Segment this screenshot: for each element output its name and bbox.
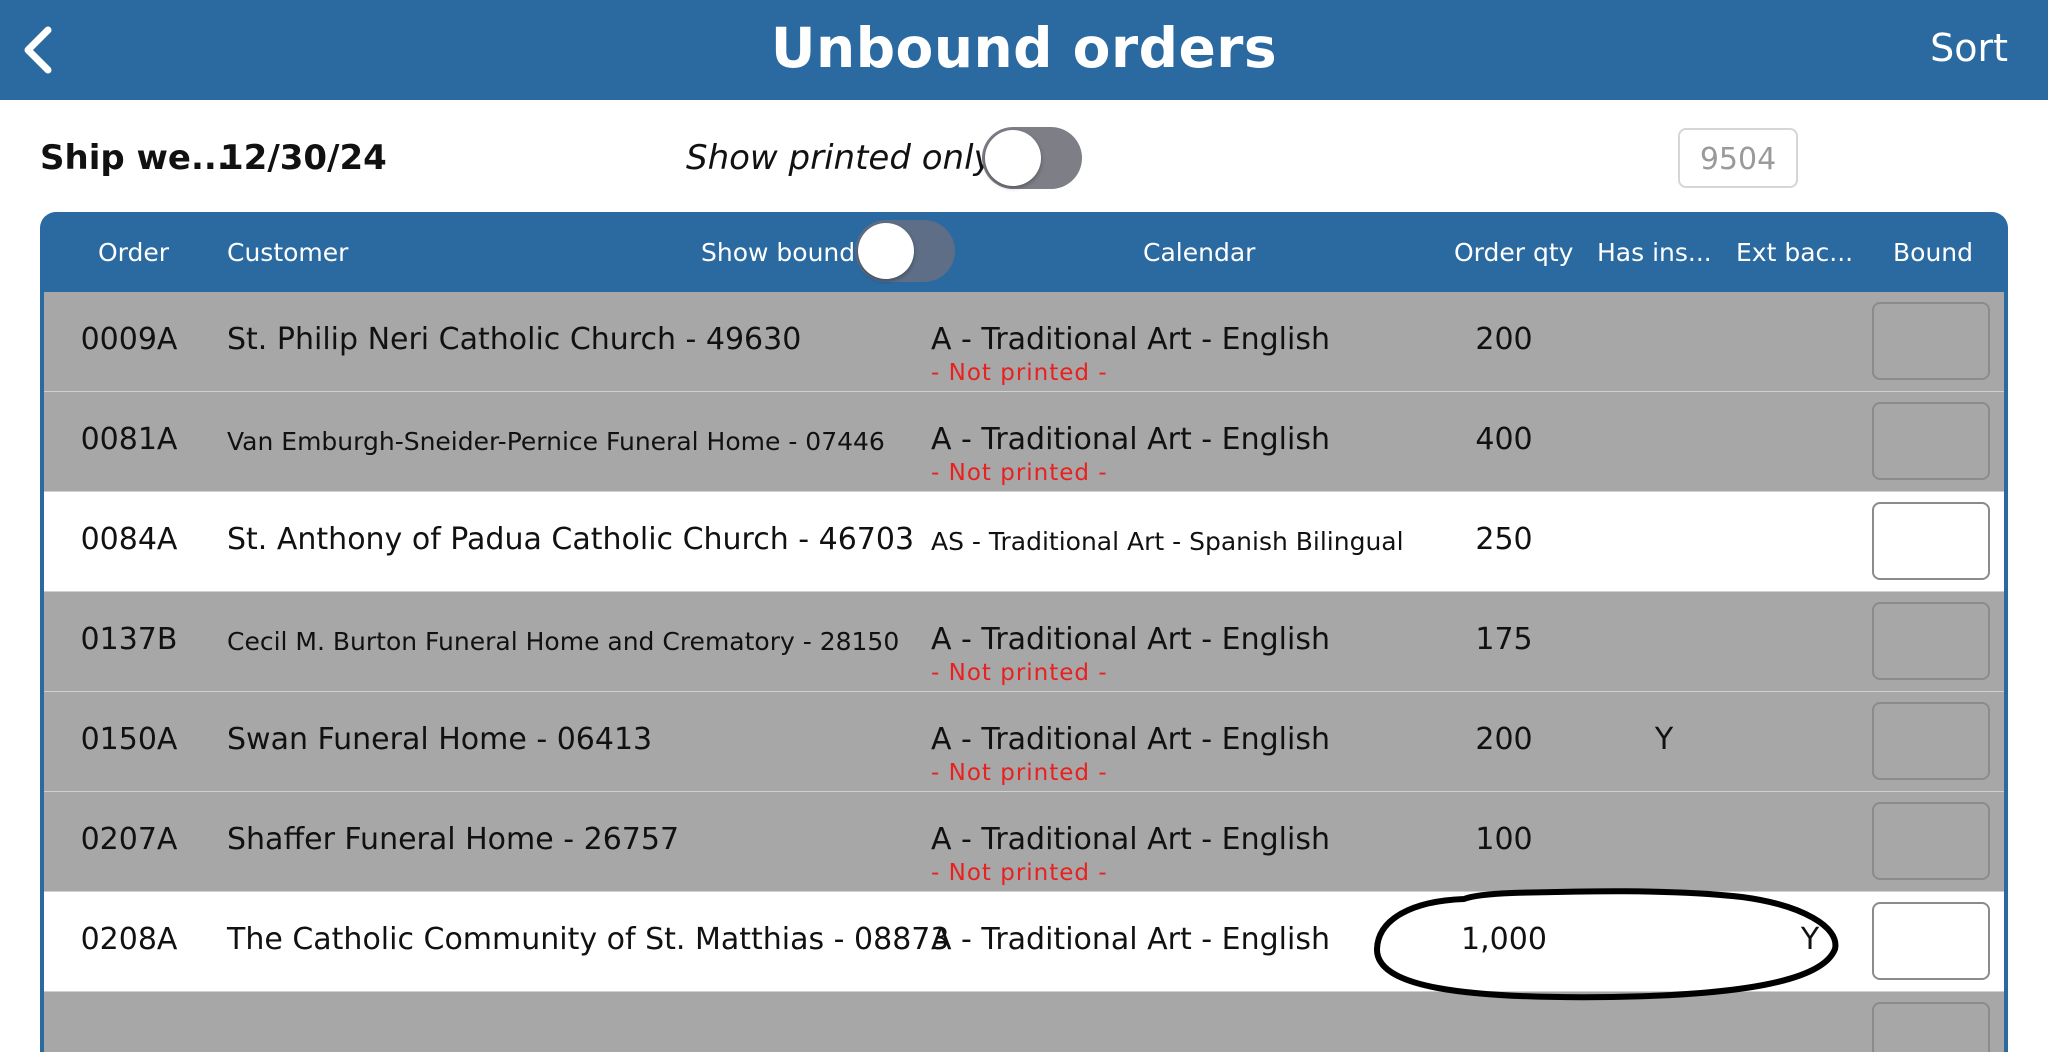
customer-name: St. Philip Neri Catholic Church - 49630 xyxy=(227,322,802,357)
order-count-field[interactable]: 9504 xyxy=(1678,128,1798,188)
customer-name: Cecil M. Burton Funeral Home and Cremato… xyxy=(227,627,900,656)
order-qty: 1,000 xyxy=(1461,922,1547,957)
ext-back-value: Y xyxy=(1800,922,1820,957)
sort-button[interactable]: Sort xyxy=(1930,26,2008,70)
calendar-name: A - Traditional Art - English xyxy=(931,422,1330,457)
table-row[interactable]: 0137B Cecil M. Burton Funeral Home and C… xyxy=(44,592,2004,692)
toggle-knob xyxy=(985,130,1041,186)
calendar-name: A - Traditional Art - English xyxy=(931,722,1330,757)
customer-name: The Catholic Community of St. Matthias -… xyxy=(227,922,950,957)
table-row[interactable]: 0009A St. Philip Neri Catholic Church - … xyxy=(44,292,2004,392)
bound-checkbox[interactable] xyxy=(1872,602,1990,680)
bound-checkbox[interactable] xyxy=(1872,502,1990,580)
table-row[interactable]: 0150A Swan Funeral Home - 06413 A - Trad… xyxy=(44,692,2004,792)
customer-name: Shaffer Funeral Home - 26757 xyxy=(227,822,680,857)
customer-name: Van Emburgh-Sneider-Pernice Funeral Home… xyxy=(227,427,885,456)
not-printed-label: - Not printed - xyxy=(931,460,1108,486)
order-qty: 200 xyxy=(1475,322,1533,357)
show-bound-label: Show bound xyxy=(701,238,856,267)
not-printed-label: - Not printed - xyxy=(931,760,1108,786)
toggle-knob xyxy=(858,223,914,279)
calendar-name: A - Traditional Art - English xyxy=(931,322,1330,357)
bound-checkbox[interactable] xyxy=(1872,1002,1990,1052)
bound-checkbox[interactable] xyxy=(1872,702,1990,780)
header-calendar[interactable]: Calendar xyxy=(1143,238,1255,267)
header-bound[interactable]: Bound xyxy=(1893,238,1973,267)
has-inserts-value: Y xyxy=(1654,722,1674,757)
show-printed-only-toggle[interactable] xyxy=(982,127,1082,189)
not-printed-label: - Not printed - xyxy=(931,660,1108,686)
order-qty: 200 xyxy=(1475,722,1533,757)
order-qty: 100 xyxy=(1475,822,1533,857)
order-number: 0207A xyxy=(80,822,178,857)
not-printed-label: - Not printed - xyxy=(931,860,1108,886)
bound-checkbox[interactable] xyxy=(1872,402,1990,480)
order-number: 0150A xyxy=(80,722,178,757)
calendar-name: A - Traditional Art - English xyxy=(931,922,1330,957)
customer-name: St. Anthony of Padua Catholic Church - 4… xyxy=(227,522,915,557)
page-title: Unbound orders xyxy=(770,16,1278,80)
order-number: 0009A xyxy=(80,322,178,357)
not-printed-label: - Not printed - xyxy=(931,360,1108,386)
calendar-name: A - Traditional Art - English xyxy=(931,822,1330,857)
orders-table: Order Customer Show bound Calendar Order… xyxy=(40,212,2008,1052)
order-qty: 175 xyxy=(1475,622,1533,657)
table-row[interactable]: 0081A Van Emburgh-Sneider-Pernice Funera… xyxy=(44,392,2004,492)
ship-date-picker[interactable]: 12/30/24 xyxy=(220,138,387,178)
bound-checkbox[interactable] xyxy=(1872,802,1990,880)
calendar-name: AS - Traditional Art - Spanish Bilingual xyxy=(931,527,1404,556)
bound-checkbox[interactable] xyxy=(1872,302,1990,380)
header-customer[interactable]: Customer xyxy=(227,238,348,267)
order-number: 0081A xyxy=(80,422,178,457)
show-bound-toggle[interactable] xyxy=(855,220,955,282)
customer-name: Swan Funeral Home - 06413 xyxy=(227,722,653,757)
nav-bar: Unbound orders Sort xyxy=(0,0,2048,100)
table-row[interactable]: 0084A St. Anthony of Padua Catholic Chur… xyxy=(44,492,2004,592)
header-order[interactable]: Order xyxy=(98,238,169,267)
header-has-inserts[interactable]: Has ins... xyxy=(1597,238,1712,267)
bound-checkbox[interactable] xyxy=(1872,902,1990,980)
order-number: 0208A xyxy=(80,922,178,957)
order-qty: 250 xyxy=(1475,522,1533,557)
ship-week-label: Ship we... xyxy=(40,138,230,178)
show-printed-only-label: Show printed only xyxy=(686,138,994,178)
table-row[interactable]: 0207A Shaffer Funeral Home - 26757 A - T… xyxy=(44,792,2004,892)
table-row-partial[interactable] xyxy=(44,992,2004,1052)
table-header: Order Customer Show bound Calendar Order… xyxy=(40,212,2008,292)
order-number: 0084A xyxy=(80,522,178,557)
header-ext-back[interactable]: Ext bac... xyxy=(1736,238,1853,267)
order-number: 0137B xyxy=(80,622,178,657)
order-qty: 400 xyxy=(1475,422,1533,457)
header-order-qty[interactable]: Order qty xyxy=(1454,238,1573,267)
table-row[interactable]: 0208A The Catholic Community of St. Matt… xyxy=(44,892,2004,992)
calendar-name: A - Traditional Art - English xyxy=(931,622,1330,657)
table-body: 0009A St. Philip Neri Catholic Church - … xyxy=(44,292,2004,1052)
